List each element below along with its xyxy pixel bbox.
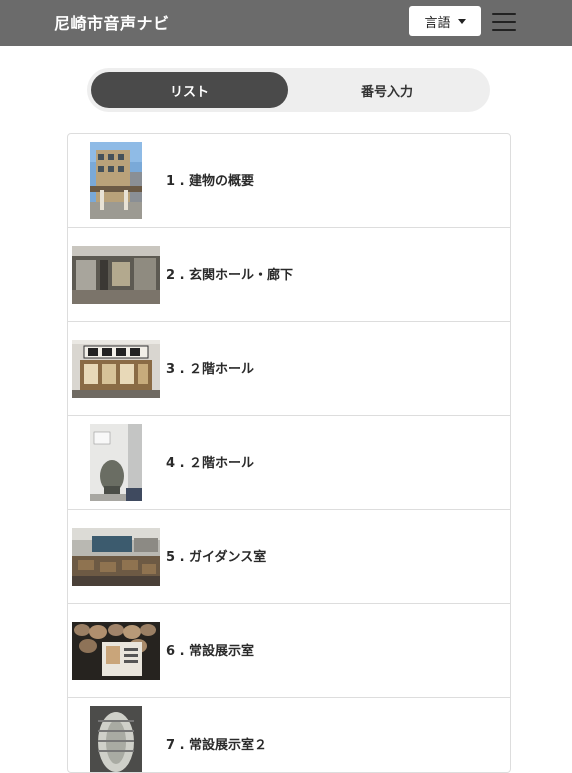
list-item[interactable]: 1 . 建物の概要 — [68, 134, 510, 228]
list-item-label: 7 . 常設展示室２ — [166, 738, 268, 753]
list-item[interactable]: 7 . 常設展示室２ — [68, 698, 510, 772]
tab-number-input[interactable]: 番号入力 — [288, 72, 486, 108]
view-toggle: リスト 番号入力 — [87, 68, 490, 112]
list-item-label: 1 . 建物の概要 — [166, 174, 255, 189]
tab-list[interactable]: リスト — [91, 72, 288, 108]
list-item-label: 5 . ガイダンス室 — [166, 550, 267, 565]
list-item[interactable]: 5 . ガイダンス室 — [68, 510, 510, 604]
list-item[interactable]: 3 . ２階ホール — [68, 322, 510, 416]
thumbnail-image — [72, 528, 160, 586]
thumbnail-image — [72, 246, 160, 304]
thumbnail-image — [90, 706, 142, 772]
hamburger-menu-icon[interactable] — [492, 11, 516, 33]
thumbnail-image — [72, 340, 160, 398]
list-item-label: 6 . 常設展示室 — [166, 644, 255, 659]
thumbnail-image — [90, 142, 142, 219]
app-header: 尼崎市音声ナビ 言語 — [0, 0, 572, 46]
thumbnail-image — [72, 622, 160, 680]
spot-list: 1 . 建物の概要 2 . 玄関ホール・廊下 3 . ２階ホール 4 . ２階ホ… — [67, 133, 511, 773]
language-label: 言語 — [424, 15, 451, 31]
language-dropdown-button[interactable]: 言語 — [409, 6, 481, 36]
list-item-label: 2 . 玄関ホール・廊下 — [166, 268, 294, 283]
list-item[interactable]: 2 . 玄関ホール・廊下 — [68, 228, 510, 322]
list-item[interactable]: 4 . ２階ホール — [68, 416, 510, 510]
app-title: 尼崎市音声ナビ — [54, 14, 170, 33]
list-item[interactable]: 6 . 常設展示室 — [68, 604, 510, 698]
caret-down-icon — [457, 19, 466, 24]
list-item-label: 4 . ２階ホール — [166, 456, 255, 471]
list-item-label: 3 . ２階ホール — [166, 362, 255, 377]
thumbnail-image — [90, 424, 142, 501]
